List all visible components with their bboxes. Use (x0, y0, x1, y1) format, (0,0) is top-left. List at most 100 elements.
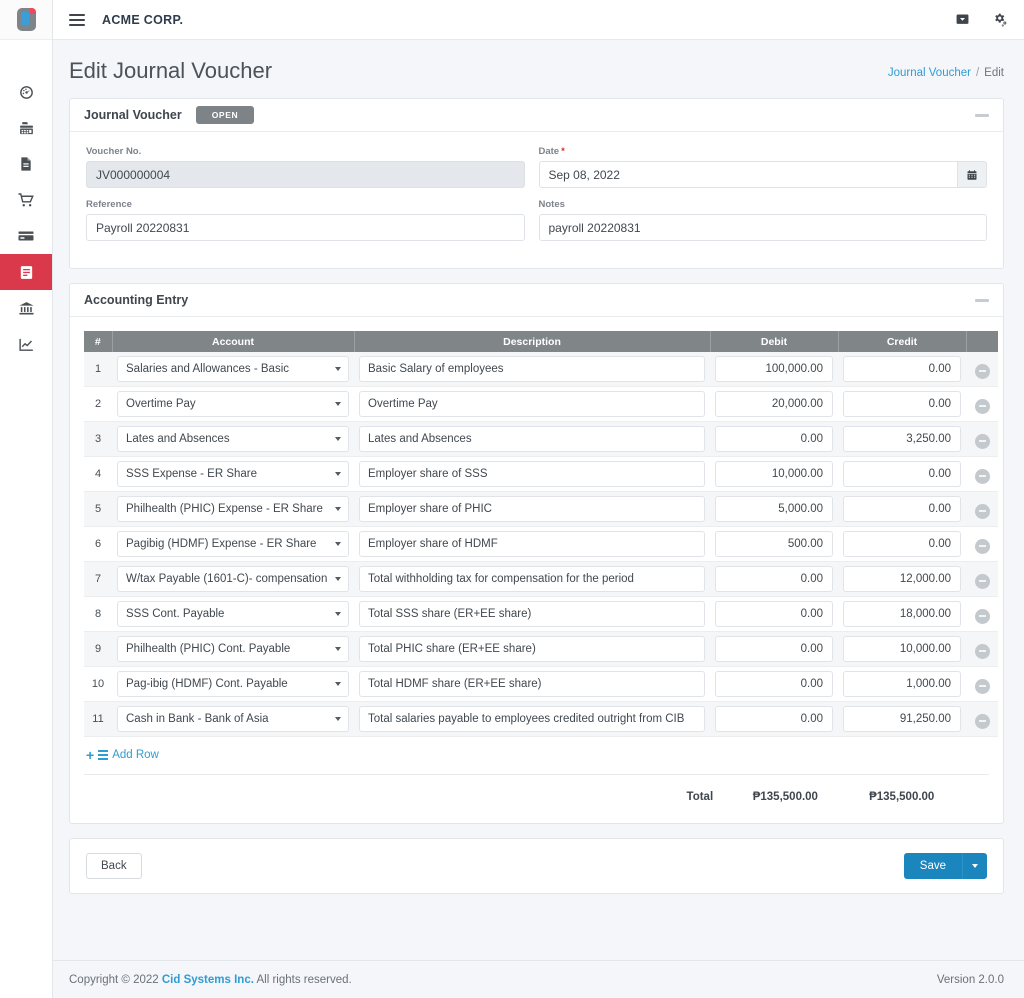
account-select[interactable] (117, 496, 349, 522)
description-input[interactable] (359, 356, 705, 382)
save-dropdown-button[interactable] (962, 853, 987, 879)
debit-input[interactable] (715, 391, 833, 417)
collapse-accounting-entry-icon[interactable] (975, 298, 989, 302)
save-button[interactable]: Save (903, 853, 962, 879)
remove-row-icon[interactable] (974, 363, 990, 379)
remove-row-icon[interactable] (974, 398, 990, 414)
description-input[interactable] (359, 496, 705, 522)
account-select[interactable] (117, 706, 349, 732)
credit-input[interactable] (843, 391, 961, 417)
notes-label: Notes (538, 199, 565, 210)
account-select[interactable] (117, 426, 349, 452)
debit-input[interactable] (715, 601, 833, 627)
debit-input[interactable] (715, 706, 833, 732)
description-input[interactable] (359, 531, 705, 557)
debit-input[interactable] (715, 496, 833, 522)
debit-input[interactable] (715, 566, 833, 592)
debit-input[interactable] (715, 531, 833, 557)
sidebar-item-purchasing[interactable] (0, 182, 52, 218)
table-row: 4 (84, 456, 998, 492)
cash-register-icon (18, 120, 35, 137)
sidebar-item-payments[interactable] (0, 218, 52, 254)
breadcrumb-link-journal-voucher[interactable]: Journal Voucher (888, 67, 971, 79)
sidebar-item-documents[interactable] (0, 146, 52, 182)
debit-input[interactable] (715, 461, 833, 487)
debit-input[interactable] (715, 671, 833, 697)
description-input[interactable] (359, 706, 705, 732)
account-cell (112, 386, 354, 422)
date-input[interactable] (538, 161, 959, 188)
add-row-button[interactable]: + Add Row (84, 737, 989, 774)
credit-input[interactable] (843, 671, 961, 697)
sidebar-item-accounting[interactable] (0, 254, 52, 290)
account-select[interactable] (117, 356, 349, 382)
debit-input[interactable] (715, 426, 833, 452)
company-link[interactable]: Cid Systems Inc. (162, 974, 254, 986)
speedometer-icon (18, 84, 35, 101)
description-input[interactable] (359, 426, 705, 452)
credit-cell (838, 352, 966, 387)
remove-row-icon[interactable] (974, 678, 990, 694)
accounting-entry-card: Accounting Entry # Account Description D… (69, 283, 1004, 824)
voucher-no-label: Voucher No. (86, 146, 142, 157)
document-icon (18, 156, 34, 172)
credit-input[interactable] (843, 706, 961, 732)
account-select[interactable] (117, 531, 349, 557)
remove-row-icon[interactable] (974, 468, 990, 484)
debit-cell (710, 352, 838, 387)
remove-row-icon[interactable] (974, 538, 990, 554)
account-select[interactable] (117, 671, 349, 697)
credit-input[interactable] (843, 356, 961, 382)
sidebar-item-point-of-sale[interactable] (0, 110, 52, 146)
voucher-no-input[interactable] (86, 161, 525, 188)
credit-input[interactable] (843, 426, 961, 452)
credit-input[interactable] (843, 636, 961, 662)
hamburger-icon[interactable] (69, 13, 85, 26)
app-logo[interactable] (0, 0, 52, 40)
screen-toggle-icon[interactable] (955, 12, 970, 27)
credit-input[interactable] (843, 461, 961, 487)
remove-row-icon[interactable] (974, 713, 990, 729)
totals-debit: ₱135,500.00 (752, 791, 818, 803)
remove-row-icon[interactable] (974, 503, 990, 519)
account-select[interactable] (117, 601, 349, 627)
account-select[interactable] (117, 636, 349, 662)
account-select[interactable] (117, 391, 349, 417)
credit-input[interactable] (843, 496, 961, 522)
remove-row-icon[interactable] (974, 643, 990, 659)
description-input[interactable] (359, 391, 705, 417)
account-select-wrap (117, 461, 349, 487)
sidebar-item-dashboard[interactable] (0, 74, 52, 110)
debit-input[interactable] (715, 636, 833, 662)
column-header-actions (966, 331, 998, 352)
account-select[interactable] (117, 566, 349, 592)
debit-input[interactable] (715, 356, 833, 382)
collapse-journal-voucher-icon[interactable] (975, 113, 989, 117)
credit-input[interactable] (843, 531, 961, 557)
notes-input[interactable] (538, 214, 987, 241)
calendar-icon[interactable] (958, 161, 987, 188)
sidebar-item-reports[interactable] (0, 326, 52, 362)
account-cell (112, 491, 354, 527)
description-input[interactable] (359, 601, 705, 627)
description-input[interactable] (359, 636, 705, 662)
sidebar-item-banking[interactable] (0, 290, 52, 326)
accounting-entry-thead: # Account Description Debit Credit (84, 331, 998, 352)
main-area: ACME CORP. Edit Journal Voucher Journal … (53, 0, 1024, 998)
reference-input[interactable] (86, 214, 525, 241)
credit-input[interactable] (843, 566, 961, 592)
credit-input[interactable] (843, 601, 961, 627)
settings-gear-icon[interactable] (992, 12, 1008, 28)
accounting-entry-tbody: 1234567891011 (84, 352, 998, 737)
account-select-wrap (117, 636, 349, 662)
account-select[interactable] (117, 461, 349, 487)
description-input[interactable] (359, 461, 705, 487)
description-input[interactable] (359, 671, 705, 697)
description-input[interactable] (359, 566, 705, 592)
table-row: 10 (84, 666, 998, 702)
remove-row-icon[interactable] (974, 433, 990, 449)
description-cell (354, 631, 710, 667)
back-button[interactable]: Back (86, 853, 142, 879)
remove-row-icon[interactable] (974, 608, 990, 624)
remove-row-icon[interactable] (974, 573, 990, 589)
